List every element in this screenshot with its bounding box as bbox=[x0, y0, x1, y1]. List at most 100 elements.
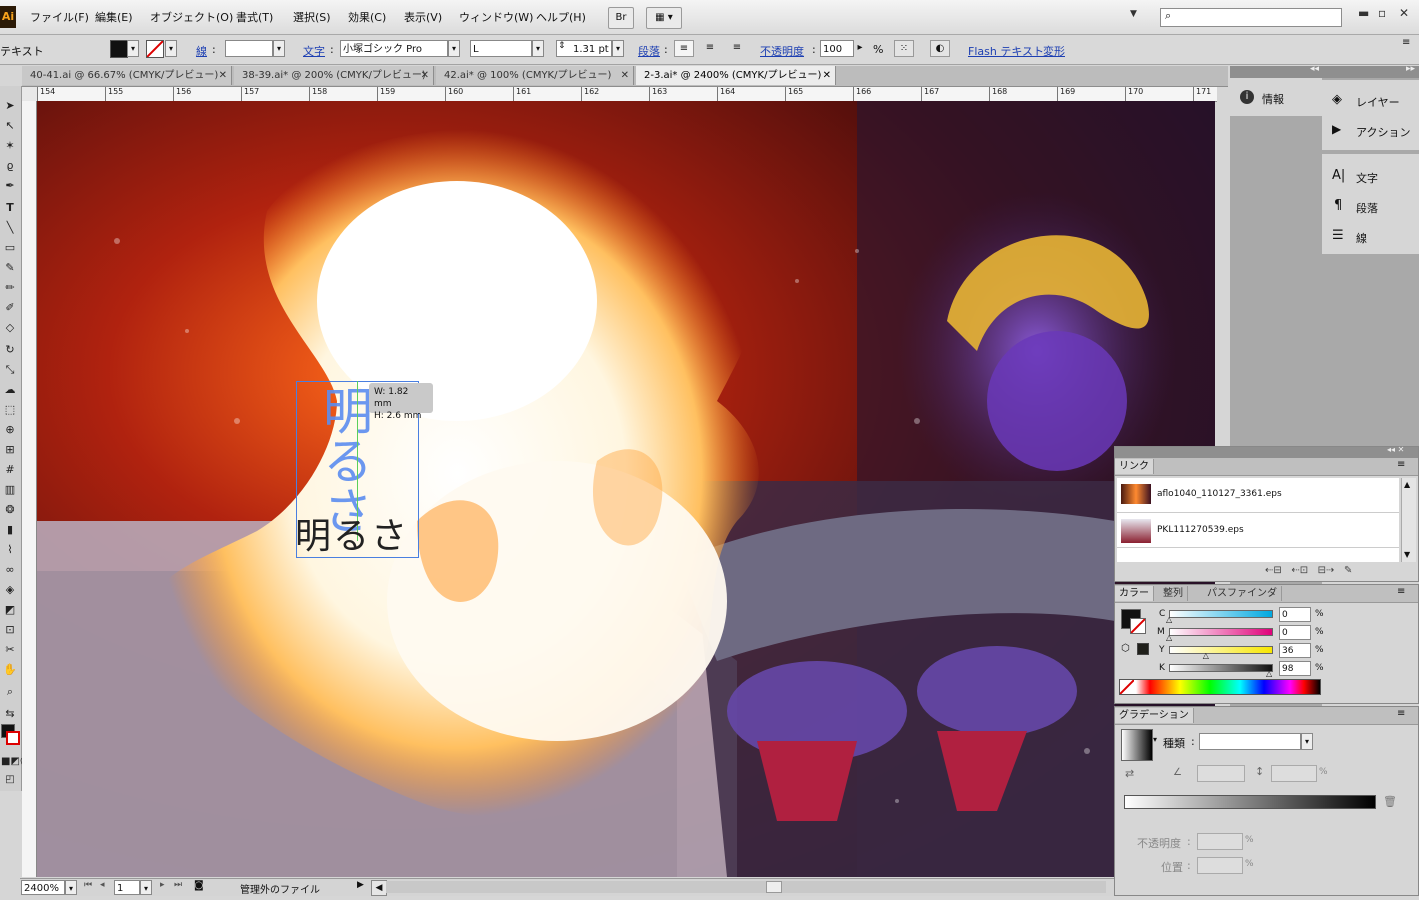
tab-links[interactable]: リンク bbox=[1115, 459, 1154, 474]
gradient-type-dropdown-icon[interactable]: ▾ bbox=[1301, 733, 1313, 750]
scroll-left-button[interactable]: ◀ bbox=[371, 880, 387, 896]
first-page-icon[interactable]: ⏮ bbox=[84, 880, 92, 890]
pencil-tool-icon[interactable]: ✏ bbox=[1, 280, 19, 296]
blend-tool-icon[interactable]: ∞ bbox=[1, 562, 19, 578]
relink-icon[interactable]: ⇠⊟ bbox=[1265, 565, 1282, 576]
paragraph-icon[interactable]: ¶ bbox=[1334, 198, 1342, 213]
color-mode-icon[interactable]: ■◩∅ bbox=[1, 754, 29, 770]
type-tool-icon[interactable]: T bbox=[1, 200, 19, 216]
transform-link[interactable]: 変形 bbox=[1043, 43, 1065, 59]
menu-file[interactable]: ファイル(F) bbox=[30, 9, 89, 25]
gradient-tool-icon[interactable]: ▮ bbox=[1, 522, 19, 538]
channel-m-field[interactable]: 0 bbox=[1279, 625, 1311, 640]
panel-menu-icon[interactable]: ≡ bbox=[1397, 586, 1405, 597]
search-input[interactable]: ⌕ bbox=[1160, 8, 1342, 27]
edit-original-icon[interactable]: ✎ bbox=[1344, 565, 1352, 576]
stroke-swatch[interactable] bbox=[146, 40, 164, 58]
menu-type[interactable]: 書式(T) bbox=[236, 9, 273, 25]
menu-window[interactable]: ウィンドウ(W) bbox=[459, 9, 533, 25]
status-menu-arrow-icon[interactable]: ▶ bbox=[357, 880, 364, 890]
close-icon[interactable]: ✕ bbox=[1399, 6, 1409, 20]
channel-c-slider[interactable]: △ bbox=[1166, 610, 1273, 624]
scrollbar-thumb[interactable] bbox=[766, 881, 782, 893]
collapse-icon[interactable]: ◂◂ bbox=[1310, 64, 1319, 74]
align-center-button[interactable]: ≡ bbox=[700, 40, 720, 57]
gradient-opacity-field[interactable] bbox=[1197, 833, 1243, 850]
tab-document-4[interactable]: 2-3.ai* @ 2400% (CMYK/プレビュー) ✕ bbox=[636, 66, 836, 85]
list-item[interactable]: aflo1040_110127_3361.eps bbox=[1117, 478, 1399, 513]
scale-tool-icon[interactable]: ⤡ bbox=[1, 362, 19, 378]
align-left-button[interactable]: ≡ bbox=[674, 40, 694, 57]
paintbrush-tool-icon[interactable]: ✎ bbox=[1, 260, 19, 276]
panel-menu-icon[interactable]: ≡ bbox=[1397, 459, 1405, 470]
actions-icon[interactable]: ▶ bbox=[1332, 122, 1341, 136]
opacity-label[interactable]: 不透明度 bbox=[760, 43, 804, 59]
list-item[interactable]: PKL111270539.eps bbox=[1117, 513, 1399, 548]
tab-pathfinder[interactable]: パスファインダ bbox=[1203, 586, 1282, 601]
tab-color[interactable]: カラー bbox=[1115, 586, 1154, 601]
fill-dropdown-icon[interactable]: ▾ bbox=[127, 40, 139, 57]
out-of-gamut-swatch[interactable] bbox=[1137, 643, 1149, 655]
line-tool-icon[interactable]: ╲ bbox=[1, 220, 19, 236]
menu-effect[interactable]: 効果(C) bbox=[348, 9, 386, 25]
character-label[interactable]: 文字 bbox=[303, 43, 325, 59]
vertical-text-object[interactable]: 明るさ bbox=[299, 385, 373, 535]
blob-brush-tool-icon[interactable]: ✐ bbox=[1, 300, 19, 316]
slider-thumb-icon[interactable]: △ bbox=[1266, 669, 1272, 678]
font-style-field[interactable]: L bbox=[470, 40, 532, 57]
horizontal-ruler[interactable]: 154 155 156 157 158 159 160 161 162 163 164 165 166 1… bbox=[37, 87, 1217, 102]
paragraph-label[interactable]: 段落 bbox=[638, 43, 660, 59]
channel-y-field[interactable]: 36 bbox=[1279, 643, 1311, 658]
zoom-tool-icon[interactable]: ⌕ bbox=[1, 684, 19, 700]
character-panel-label[interactable]: 文字 bbox=[1356, 170, 1378, 186]
gradient-type-select[interactable] bbox=[1199, 733, 1301, 750]
tab-close-icon[interactable]: ✕ bbox=[219, 66, 227, 85]
tab-align[interactable]: 整列 bbox=[1159, 586, 1188, 601]
warp-tool-icon[interactable]: ☁ bbox=[1, 382, 19, 398]
dock-header[interactable]: ◂◂ bbox=[1230, 64, 1322, 78]
channel-y-slider[interactable]: △ bbox=[1169, 646, 1273, 660]
stroke-panel-label[interactable]: 線 bbox=[1356, 230, 1367, 246]
menu-select[interactable]: 選択(S) bbox=[293, 9, 331, 25]
color-stroke-swatch[interactable] bbox=[1130, 618, 1146, 634]
channel-k-field[interactable]: 98 bbox=[1279, 661, 1311, 676]
page-field[interactable]: 1 bbox=[114, 880, 140, 895]
menu-edit[interactable]: 編集(E) bbox=[95, 9, 133, 25]
perspective-grid-tool-icon[interactable]: ⊞ bbox=[1, 442, 19, 458]
character-icon[interactable]: A| bbox=[1332, 168, 1345, 183]
gradient-angle-field[interactable] bbox=[1197, 765, 1245, 782]
stroke-icon[interactable]: ☰ bbox=[1332, 228, 1344, 243]
status-toggle-icon[interactable]: ◙ bbox=[194, 880, 204, 891]
graph-tool-icon[interactable]: ▥ bbox=[1, 482, 19, 498]
layers-panel-label[interactable]: レイヤー bbox=[1356, 94, 1400, 110]
links-scrollbar[interactable]: ▲ ▼ bbox=[1401, 478, 1416, 562]
slice-tool-icon[interactable]: ✂ bbox=[1, 642, 19, 658]
zoom-field[interactable]: 2400% bbox=[21, 880, 65, 895]
next-page-icon[interactable]: ▸ bbox=[160, 880, 165, 890]
channel-k-slider[interactable]: △ bbox=[1169, 664, 1273, 678]
slider-thumb-icon[interactable]: △ bbox=[1203, 651, 1209, 660]
slider-thumb-icon[interactable]: △ bbox=[1166, 633, 1172, 642]
control-menu-icon[interactable]: ≡ bbox=[1402, 37, 1410, 48]
stroke-dropdown-icon[interactable]: ▾ bbox=[165, 40, 177, 57]
opacity-field[interactable]: 100 bbox=[820, 40, 854, 57]
scroll-up-icon[interactable]: ▲ bbox=[1404, 480, 1410, 489]
tab-close-icon[interactable]: ✕ bbox=[421, 66, 429, 85]
direct-selection-tool-icon[interactable]: ↖ bbox=[1, 118, 19, 134]
stroke-weight-field[interactable] bbox=[225, 40, 273, 57]
tab-document-2[interactable]: 38-39.ai* @ 200% (CMYK/プレビュー) ✕ bbox=[234, 66, 434, 85]
artboard-tool-icon[interactable]: ⊡ bbox=[1, 622, 19, 638]
gradient-preview-dropdown-icon[interactable]: ▾ bbox=[1153, 735, 1157, 744]
paragraph-panel-label[interactable]: 段落 bbox=[1356, 200, 1378, 216]
shape-builder-tool-icon[interactable]: ⊕ bbox=[1, 422, 19, 438]
selection-tool-icon[interactable]: ➤ bbox=[1, 98, 19, 114]
tab-close-icon[interactable]: ✕ bbox=[621, 66, 629, 85]
live-paint-tool-icon[interactable]: ◈ bbox=[1, 582, 19, 598]
layers-icon[interactable]: ◈ bbox=[1332, 92, 1342, 107]
tab-close-icon[interactable]: ✕ bbox=[823, 66, 831, 85]
tab-document-3[interactable]: 42.ai* @ 100% (CMYK/プレビュー) ✕ bbox=[436, 66, 634, 85]
lasso-tool-icon[interactable]: ϱ bbox=[1, 158, 19, 174]
goto-link-icon[interactable]: ⇠⊡ bbox=[1291, 565, 1308, 576]
zoom-dropdown-icon[interactable]: ▾ bbox=[65, 880, 77, 895]
font-family-dropdown-icon[interactable]: ▾ bbox=[448, 40, 460, 57]
